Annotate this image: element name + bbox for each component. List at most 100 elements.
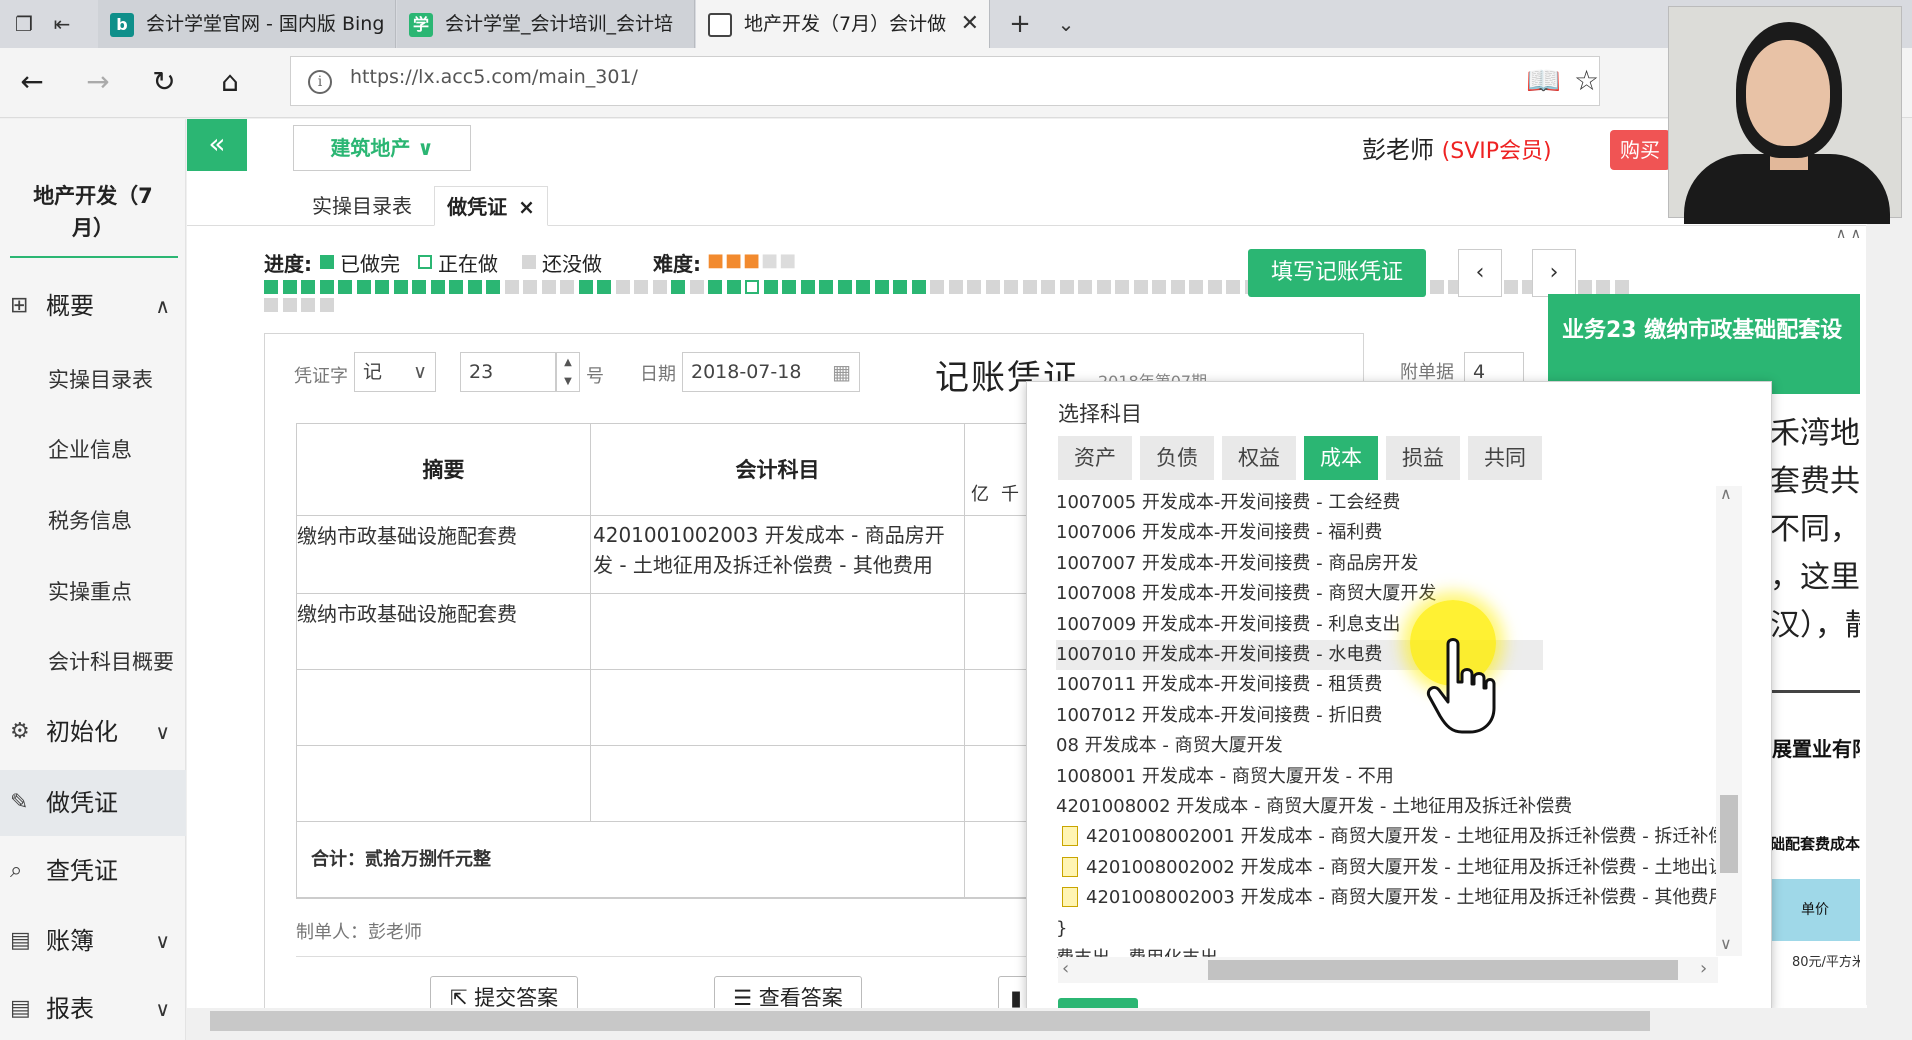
subject-item[interactable]: 1007006 开发成本-开发间接费 - 福利费 — [1056, 518, 1736, 548]
progress-cell[interactable] — [1022, 280, 1037, 294]
browser-tab-acc5[interactable]: 学会计学堂_会计培训_会计培 — [397, 0, 695, 48]
summary-cell[interactable]: 缴纳市政基础设施配套费 — [297, 516, 591, 594]
tab-list-chevron-icon[interactable]: ⌄ — [1050, 8, 1082, 40]
voucher-word-select[interactable]: 记 ∨ — [354, 352, 436, 392]
browser-tab-bing[interactable]: b 会计学堂官网 - 国内版 Bing — [98, 0, 396, 48]
close-tab-icon[interactable]: ✕ — [961, 0, 979, 48]
progress-cell[interactable] — [819, 280, 833, 294]
site-info-icon[interactable]: i — [308, 70, 332, 94]
sidebar-section-query-voucher[interactable]: ⌕ 查凭证 — [0, 838, 186, 904]
progress-cell[interactable] — [467, 280, 482, 294]
sidebar-item-catalog[interactable]: 实操目录表 — [48, 364, 153, 394]
sidebar-section-make-voucher[interactable]: ✎ 做凭证 — [0, 770, 186, 836]
progress-cell[interactable] — [578, 280, 593, 294]
account-cell[interactable] — [591, 670, 965, 746]
subject-item[interactable]: 1007007 开发成本-开发间接费 - 商品房开发 — [1056, 549, 1736, 579]
account-cell[interactable] — [591, 746, 965, 822]
sidebar-section-ledger[interactable]: ▤ 账簿 ∨ — [0, 908, 186, 974]
progress-cell[interactable] — [874, 280, 889, 294]
close-tab-icon[interactable]: × — [518, 195, 535, 219]
sidebar-section-overview[interactable]: ⊞ 概要 ∧ — [0, 273, 186, 339]
progress-cell[interactable] — [523, 280, 537, 294]
progress-cell[interactable] — [1189, 280, 1203, 294]
progress-cell[interactable] — [671, 280, 685, 294]
collapse-sidebar-button[interactable]: « — [187, 119, 247, 171]
progress-cell[interactable] — [1115, 280, 1129, 294]
progress-cell[interactable] — [356, 280, 371, 294]
task-document-image[interactable]: 展置业有限公司 础配套费成本分摊 单价 80元/平方米 — [1770, 690, 1860, 1000]
progress-cell[interactable] — [486, 280, 500, 294]
progress-cell[interactable] — [745, 280, 759, 294]
tab-liabilities[interactable]: 负债 — [1140, 436, 1214, 480]
progress-cell[interactable] — [319, 298, 334, 312]
subject-item[interactable]: 4201008002001 开发成本 - 商贸大厦开发 - 土地征用及拆迁补偿费… — [1056, 822, 1736, 852]
hscroll-thumb[interactable] — [1208, 960, 1678, 980]
sidebar-item-tax-info[interactable]: 税务信息 — [48, 505, 132, 535]
progress-cell[interactable] — [615, 280, 630, 294]
progress-cell[interactable] — [1503, 280, 1518, 294]
progress-cell[interactable] — [560, 280, 574, 294]
progress-cell[interactable] — [264, 298, 278, 312]
progress-cell[interactable] — [541, 280, 556, 294]
subject-item[interactable]: 4201008002003 开发成本 - 商贸大厦开发 - 土地征用及拆迁补偿费… — [1056, 883, 1736, 913]
progress-cell[interactable] — [1614, 280, 1629, 294]
prev-task-button[interactable]: ‹ — [1458, 249, 1502, 297]
subject-item[interactable]: 1007008 开发成本-开发间接费 - 商贸大厦开发 — [1056, 579, 1736, 609]
progress-cell[interactable] — [375, 280, 389, 294]
progress-cell[interactable] — [301, 280, 315, 294]
sidebar-section-reports[interactable]: ▤ 报表 ∨ — [0, 979, 186, 1039]
progress-cell[interactable] — [911, 280, 926, 294]
progress-cell[interactable] — [800, 280, 815, 294]
tab-common[interactable]: 共同 — [1468, 436, 1542, 480]
progress-cell[interactable] — [856, 280, 870, 294]
progress-cell[interactable] — [282, 280, 297, 294]
subject-list-vscroll[interactable] — [1716, 486, 1742, 956]
sidebar-item-account-overview[interactable]: 会计科目概要 — [48, 646, 174, 676]
tab-actions-icon[interactable]: ❐ — [8, 8, 40, 40]
progress-cell[interactable] — [893, 280, 907, 294]
progress-cell[interactable] — [708, 280, 722, 294]
tab-make-voucher[interactable]: 做凭证 × — [434, 186, 548, 226]
subject-item[interactable]: 1008001 开发成本 - 商贸大厦开发 - 不用 — [1056, 762, 1736, 792]
progress-cell[interactable] — [1429, 280, 1444, 294]
progress-cell[interactable] — [412, 280, 426, 294]
voucher-number-input[interactable]: 23 — [460, 352, 556, 392]
next-task-button[interactable]: › — [1532, 249, 1576, 297]
progress-cell[interactable] — [634, 280, 648, 294]
scroll-up-icon[interactable]: ∧ — [1720, 484, 1732, 503]
progress-cell[interactable] — [319, 280, 334, 294]
browser-tab-active[interactable]: 地产开发（7月）会计做 ✕ — [696, 0, 990, 48]
buy-button[interactable]: 购买 — [1610, 130, 1670, 170]
favorite-star-icon[interactable]: ☆ — [1574, 64, 1599, 97]
progress-cell[interactable] — [1170, 280, 1185, 294]
progress-cell[interactable] — [597, 280, 611, 294]
progress-cell[interactable] — [1207, 280, 1222, 294]
subject-item[interactable]: } — [1056, 914, 1736, 944]
subject-item[interactable]: 08 开发成本 - 商贸大厦开发 — [1056, 731, 1736, 761]
subject-item[interactable]: 4201008002 开发成本 - 商贸大厦开发 - 土地征用及拆迁补偿费 — [1056, 792, 1736, 822]
number-stepper[interactable]: ▲ ▼ — [556, 352, 580, 392]
progress-cell[interactable] — [930, 280, 944, 294]
tab-catalog[interactable]: 实操目录表 — [292, 186, 432, 226]
progress-cell[interactable] — [1133, 280, 1148, 294]
progress-cell[interactable] — [782, 280, 796, 294]
subject-item[interactable]: 1007009 开发成本-开发间接费 - 利息支出 — [1056, 610, 1736, 640]
tab-profit-loss[interactable]: 损益 — [1386, 436, 1460, 480]
progress-cell[interactable] — [430, 280, 445, 294]
account-cell[interactable] — [591, 594, 965, 670]
sidebar-item-company-info[interactable]: 企业信息 — [48, 434, 132, 464]
page-vscroll[interactable] — [1866, 225, 1910, 1005]
subject-item[interactable]: 1007011 开发成本-开发间接费 - 租赁费 — [1056, 670, 1736, 700]
progress-cell[interactable] — [985, 280, 1000, 294]
progress-cell[interactable] — [948, 280, 963, 294]
progress-cell[interactable] — [1078, 280, 1092, 294]
fill-voucher-button[interactable]: 填写记账凭证 — [1248, 249, 1426, 297]
page-hscroll-thumb[interactable] — [210, 1011, 1650, 1031]
progress-cell[interactable] — [1041, 280, 1055, 294]
summary-cell[interactable] — [297, 670, 591, 746]
scroll-right-icon[interactable]: › — [1700, 958, 1707, 979]
sidebar-item-key-points[interactable]: 实操重点 — [48, 576, 132, 606]
progress-cell[interactable] — [1577, 280, 1592, 294]
reading-view-icon[interactable]: 📖 — [1526, 64, 1561, 97]
subject-item[interactable]: 4201008002002 开发成本 - 商贸大厦开发 - 土地征用及拆迁补偿费… — [1056, 853, 1736, 883]
